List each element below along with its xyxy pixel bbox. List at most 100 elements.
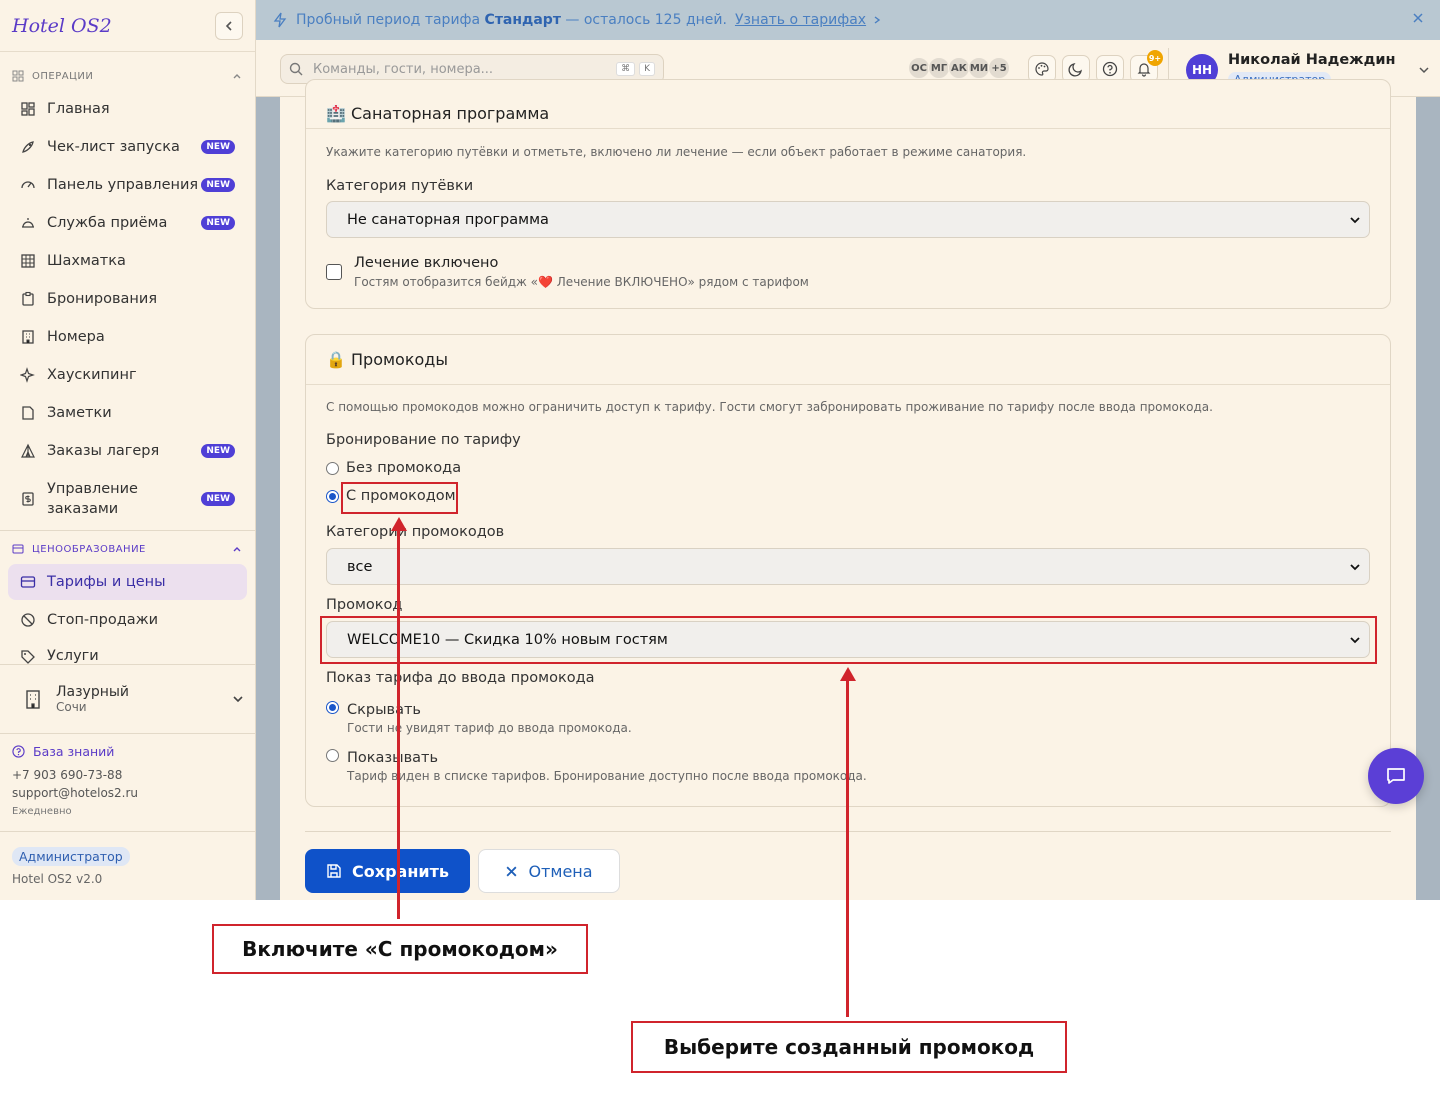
sidebar-item-camp-orders[interactable]: Заказы лагеря NEW xyxy=(8,439,247,463)
category-value: Не санаторная программа xyxy=(347,211,549,228)
promo-category-select[interactable]: все xyxy=(326,548,1370,585)
section-operations[interactable]: ОПЕРАЦИИ xyxy=(0,64,256,88)
cancel-button[interactable]: Отмена xyxy=(478,849,620,893)
credit-card-icon xyxy=(20,576,36,588)
promo-category-label: Категории промокодов xyxy=(326,524,505,540)
sidebar-item-label: Тарифы и цены xyxy=(47,574,166,590)
sidebar-item-housekeeping[interactable]: Хаускипинг xyxy=(8,363,247,387)
banner-close-button[interactable] xyxy=(1412,12,1424,28)
support-phone[interactable]: +7 903 690-73-88 xyxy=(12,768,122,782)
tag-icon xyxy=(21,650,35,664)
avatar-more[interactable]: +5 xyxy=(988,57,1010,79)
moon-icon xyxy=(1068,63,1082,77)
property-switcher[interactable]: Лазурный Сочи xyxy=(22,678,244,720)
online-users[interactable]: ОС МГ АК МИ +5 xyxy=(908,57,1010,79)
section-operations-label: ОПЕРАЦИИ xyxy=(32,70,94,82)
chevron-left-icon xyxy=(225,20,232,31)
collapse-sidebar-button[interactable] xyxy=(215,11,243,40)
app-version: Hotel OS2 v2.0 xyxy=(12,872,103,886)
visibility-label: Показ тарифа до ввода промокода xyxy=(326,670,595,686)
radio-circle[interactable] xyxy=(326,461,339,475)
sanatorium-title: 🏥 Санаторная программа xyxy=(306,80,1390,129)
sidebar-item-tariffs[interactable]: Тарифы и цены xyxy=(8,564,247,600)
support-email[interactable]: support@hotelos2.ru xyxy=(12,786,138,800)
clipboard-icon xyxy=(22,291,34,306)
treatment-label: Лечение включено xyxy=(354,255,499,271)
grid-icon xyxy=(21,254,35,268)
promo-code-label: Промокод xyxy=(326,597,403,613)
role-badge: Администратор xyxy=(12,847,130,866)
promo-title: 🔒 Промокоды xyxy=(306,335,1390,385)
close-icon xyxy=(1413,13,1423,23)
sidebar-item-label: Панель управления xyxy=(47,177,199,193)
callout-enable-promo: Включите «С промокодом» xyxy=(212,924,588,974)
notification-count: 9+ xyxy=(1147,50,1163,66)
sidebar-item-services[interactable]: Услуги xyxy=(8,646,247,664)
sidebar-item-label: Номера xyxy=(47,329,105,345)
arrow-line xyxy=(846,679,849,1017)
section-pricing-label: ЦЕНООБРАЗОВАНИЕ xyxy=(32,543,146,555)
sidebar-item-rooms[interactable]: Номера xyxy=(8,325,247,349)
radio-hide-help: Гости не увидят тариф до ввода промокода… xyxy=(347,721,632,735)
new-badge: NEW xyxy=(201,444,235,458)
banner-pricing-link[interactable]: Узнать о тарифах xyxy=(735,12,866,28)
building-icon xyxy=(26,690,40,709)
property-city: Сочи xyxy=(56,700,87,714)
chevron-down-icon xyxy=(1350,563,1360,570)
sidebar-item-control-panel[interactable]: Панель управления NEW xyxy=(8,173,247,197)
radio-hide-label: Скрывать xyxy=(347,702,421,718)
sidebar-item-chessboard[interactable]: Шахматка xyxy=(8,249,247,273)
callout-select-promo: Выберите созданный промокод xyxy=(631,1021,1067,1073)
divider xyxy=(0,664,256,665)
sidebar-item-order-management[interactable]: Управление заказами NEW xyxy=(8,477,247,521)
tent-icon xyxy=(21,443,35,458)
sidebar-item-label: Чек-лист запуска xyxy=(47,139,180,155)
card-small-icon xyxy=(12,544,24,554)
sidebar-item-launch-checklist[interactable]: Чек-лист запуска NEW xyxy=(8,135,247,159)
sidebar-item-bookings[interactable]: Бронирования xyxy=(8,287,247,311)
close-icon xyxy=(506,866,517,876)
grid-small-icon xyxy=(12,70,24,82)
highlight-with-promo xyxy=(341,482,458,514)
avatar[interactable]: МИ xyxy=(968,57,990,79)
knowledge-base-link[interactable]: База знаний xyxy=(12,744,114,759)
sidebar-header: Hotel OS2 xyxy=(0,0,255,52)
note-icon xyxy=(22,406,34,420)
chevron-down-icon xyxy=(1418,66,1429,73)
save-button[interactable]: Сохранить xyxy=(305,849,470,893)
chevron-right-icon xyxy=(874,16,881,24)
chat-icon xyxy=(1387,768,1405,784)
new-badge: NEW xyxy=(201,140,235,154)
chevron-up-icon xyxy=(233,74,241,79)
sidebar-item-label: Заказы лагеря xyxy=(47,443,160,459)
cancel-label: Отмена xyxy=(528,861,593,881)
chevron-up-icon xyxy=(233,547,241,552)
booking-label: Бронирование по тарифу xyxy=(326,432,521,448)
highlight-promo-select xyxy=(320,616,1377,664)
avatar[interactable]: МГ xyxy=(928,57,950,79)
sidebar-item-front-desk[interactable]: Служба приёма NEW xyxy=(8,211,247,235)
sidebar-item-label: Управление заказами xyxy=(47,481,138,517)
arrow-line xyxy=(397,529,400,919)
sidebar-item-stop-sales[interactable]: Стоп-продажи xyxy=(8,608,247,632)
radio-circle[interactable] xyxy=(326,701,339,714)
sidebar-item-label: Шахматка xyxy=(47,253,126,269)
support-hours: Ежедневно xyxy=(12,806,72,817)
sidebar-item-home[interactable]: Главная xyxy=(8,97,247,121)
treatment-checkbox[interactable] xyxy=(326,264,342,280)
lightning-icon xyxy=(273,12,287,28)
sidebar-item-notes[interactable]: Заметки xyxy=(8,401,247,425)
radio-no-promo[interactable]: Без промокода xyxy=(326,460,461,476)
section-pricing[interactable]: ЦЕНООБРАЗОВАНИЕ xyxy=(0,537,256,561)
category-label: Категория путёвки xyxy=(326,178,474,194)
avatar[interactable]: АК xyxy=(948,57,970,79)
sanatorium-card: 🏥 Санаторная программа Укажите категорию… xyxy=(305,79,1391,309)
new-badge: NEW xyxy=(201,178,235,192)
search-icon xyxy=(289,62,303,76)
avatar[interactable]: ОС xyxy=(908,57,930,79)
radio-circle[interactable] xyxy=(326,489,339,503)
radio-circle[interactable] xyxy=(326,749,339,762)
category-select[interactable]: Не санаторная программа xyxy=(326,201,1370,238)
divider xyxy=(0,831,256,832)
chat-button[interactable] xyxy=(1368,748,1424,804)
